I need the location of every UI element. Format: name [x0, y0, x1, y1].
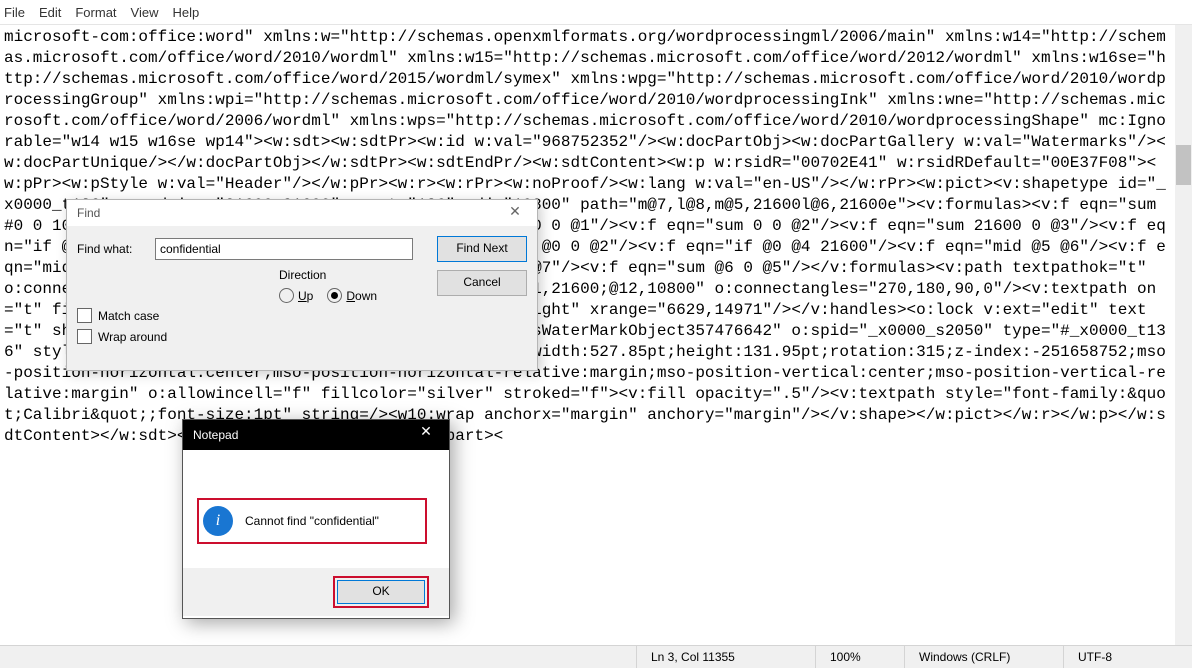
vertical-scrollbar[interactable] — [1175, 25, 1192, 649]
find-what-input[interactable] — [155, 238, 413, 260]
find-dialog: Find ✕ Find what: Find Next Cancel Direc… — [66, 199, 538, 371]
menu-help[interactable]: Help — [172, 5, 199, 20]
match-case-label: Match case — [98, 309, 159, 323]
statusbar: Ln 3, Col 11355 100% Windows (CRLF) UTF-… — [0, 645, 1192, 668]
alert-titlebar: Notepad ✕ — [183, 420, 449, 450]
alert-dialog: Notepad ✕ i Cannot find "confidential" O… — [182, 419, 450, 619]
direction-group: Direction Up Down — [279, 268, 419, 324]
find-next-button[interactable]: Find Next — [437, 236, 527, 262]
checkbox-icon — [77, 308, 92, 323]
menubar: File Edit Format View Help — [0, 0, 1192, 25]
status-zoom: 100% — [815, 646, 904, 668]
alert-title: Notepad — [193, 428, 238, 442]
find-title: Find — [77, 206, 100, 220]
menu-file[interactable]: File — [4, 5, 25, 20]
close-icon[interactable]: ✕ — [499, 203, 531, 223]
alert-highlight: i Cannot find "confidential" — [197, 498, 427, 544]
checkbox-icon — [77, 329, 92, 344]
wrap-around-checkbox[interactable]: Wrap around — [77, 329, 167, 344]
direction-up-radio[interactable]: Up — [279, 288, 313, 303]
match-case-checkbox[interactable]: Match case — [77, 308, 167, 323]
direction-down-radio[interactable]: Down — [327, 288, 377, 303]
menu-view[interactable]: View — [131, 5, 159, 20]
info-icon: i — [203, 506, 233, 536]
ok-button[interactable]: OK — [337, 580, 425, 604]
status-position: Ln 3, Col 11355 — [636, 646, 815, 668]
direction-label: Direction — [279, 268, 419, 282]
find-body: Find what: Find Next Cancel Direction Up… — [67, 226, 537, 372]
alert-footer: OK — [183, 568, 449, 616]
status-encoding: UTF-8 — [1063, 646, 1192, 668]
status-eol: Windows (CRLF) — [904, 646, 1063, 668]
alert-message: Cannot find "confidential" — [245, 514, 379, 528]
alert-body: i Cannot find "confidential" — [183, 450, 449, 568]
direction-up-label: Up — [298, 289, 313, 303]
cancel-button[interactable]: Cancel — [437, 270, 527, 296]
menu-edit[interactable]: Edit — [39, 5, 61, 20]
find-what-label: Find what: — [77, 242, 155, 256]
direction-down-label: Down — [346, 289, 377, 303]
scroll-thumb[interactable] — [1176, 145, 1191, 185]
wrap-around-label: Wrap around — [98, 330, 167, 344]
menu-format[interactable]: Format — [75, 5, 116, 20]
ok-highlight: OK — [333, 576, 429, 608]
editor-area: microsoft-com:office:word" xmlns:w="http… — [0, 25, 1192, 649]
find-titlebar: Find ✕ — [67, 200, 537, 226]
close-icon[interactable]: ✕ — [409, 423, 443, 447]
